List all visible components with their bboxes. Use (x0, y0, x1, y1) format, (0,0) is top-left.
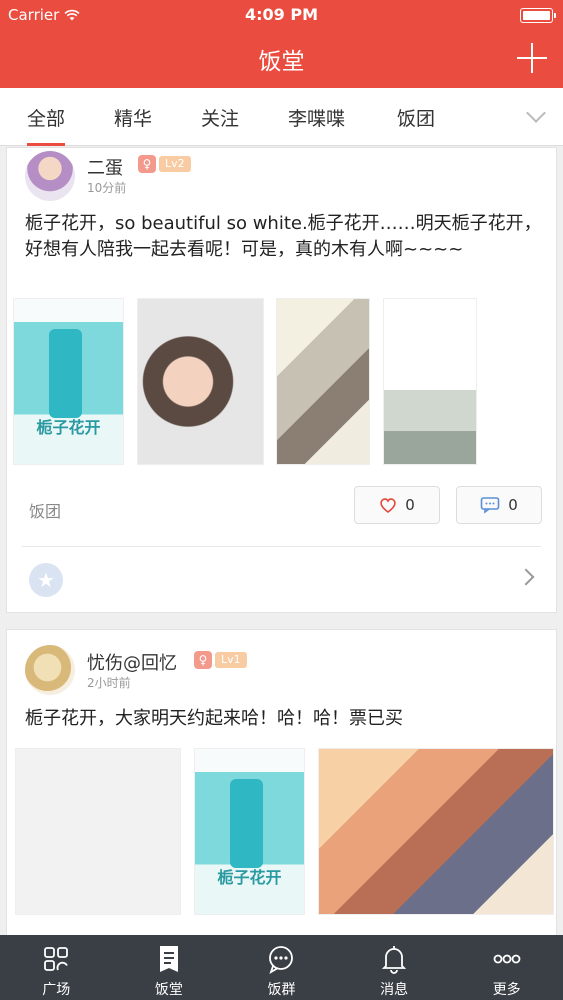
post-card[interactable]: 忧伤@回忆 ♀ Lv1 2小时前 栀子花开，大家明天约起来哈！哈！哈！票已买 栀… (6, 629, 557, 935)
post-time: 10分前 (87, 181, 127, 195)
tab-messages[interactable]: 消息 (338, 935, 451, 1000)
battery-icon (520, 8, 556, 23)
tab-following[interactable]: 关注 (201, 104, 239, 131)
tab-label: 更多 (492, 982, 521, 998)
post-image[interactable]: 栀子花开 (194, 748, 305, 915)
like-count: 0 (405, 496, 415, 514)
post-text: 栀子花开，so beautiful so white.栀子花开……明天栀子花开，… (25, 213, 542, 260)
post-image[interactable] (276, 298, 370, 465)
bottom-tab-bar: 广场 饭堂 饭群 消息 更多 (0, 935, 563, 1000)
tab-groups[interactable]: 饭群 (225, 935, 338, 1000)
heart-outline-icon (380, 498, 396, 513)
avatar[interactable] (25, 151, 75, 201)
post-feed[interactable]: 二蛋 ♀ Lv2 10分前 栀子花开，so beautiful so white… (0, 147, 563, 935)
tab-canteen[interactable]: 饭堂 (113, 935, 226, 1000)
tab-more[interactable]: 更多 (450, 935, 563, 1000)
page-title: 饭堂 (258, 49, 305, 75)
post-image[interactable]: 栀子花开 (13, 298, 124, 465)
chevron-down-icon[interactable] (526, 103, 546, 123)
post-image[interactable] (137, 298, 264, 465)
tab-featured[interactable]: 精华 (114, 104, 152, 131)
comment-count: 0 (508, 496, 518, 514)
post-text: 栀子花开，大家明天约起来哈！哈！哈！票已买 (25, 708, 403, 729)
divider (22, 546, 541, 547)
more-dots-icon (493, 954, 521, 964)
post-image[interactable] (318, 748, 554, 915)
clock: 4:09 PM (244, 5, 318, 24)
post-card[interactable]: 二蛋 ♀ Lv2 10分前 栀子花开，so beautiful so white… (6, 147, 557, 613)
tab-plaza[interactable]: 广场 (0, 935, 113, 1000)
comment-button[interactable]: 0 (456, 486, 542, 524)
username[interactable]: 二蛋 (87, 154, 123, 180)
tab-label: 广场 (42, 982, 71, 998)
bell-icon (381, 946, 407, 974)
username[interactable]: 忧伤@回忆 (87, 649, 177, 675)
avatar[interactable] (25, 645, 75, 695)
tab-li-die-die[interactable]: 李喋喋 (288, 104, 345, 131)
post-image[interactable] (15, 748, 181, 915)
like-button[interactable]: 0 (354, 486, 440, 524)
status-bar: Carrier 4:09 PM (0, 0, 563, 30)
badge-icon: ♀ (194, 651, 212, 669)
level-label: Lv1 (215, 652, 247, 668)
grid-icon (44, 947, 69, 971)
level-badge: ♀ Lv1 (194, 651, 247, 669)
tab-fan-group[interactable]: 饭团 (397, 104, 435, 131)
category-tabs: 全部 精华 关注 李喋喋 饭团 (0, 88, 563, 146)
post-time: 2小时前 (87, 676, 131, 690)
tab-label: 消息 (380, 982, 409, 998)
level-badge: ♀ Lv2 (138, 155, 191, 173)
star-icon[interactable]: ★ (29, 563, 63, 597)
chat-bubble-icon (269, 946, 294, 974)
chevron-right-icon[interactable] (517, 568, 535, 586)
document-icon (159, 946, 178, 972)
comment-icon (480, 497, 500, 514)
add-post-button[interactable] (517, 43, 547, 73)
level-label: Lv2 (159, 156, 191, 172)
tab-label: 饭群 (267, 982, 296, 998)
group-tag[interactable]: 饭团 (29, 498, 61, 522)
badge-icon: ♀ (138, 155, 156, 173)
post-image[interactable] (383, 298, 477, 465)
tab-label: 饭堂 (154, 982, 183, 998)
nav-bar: 饭堂 (0, 30, 563, 88)
tab-all[interactable]: 全部 (27, 104, 66, 146)
